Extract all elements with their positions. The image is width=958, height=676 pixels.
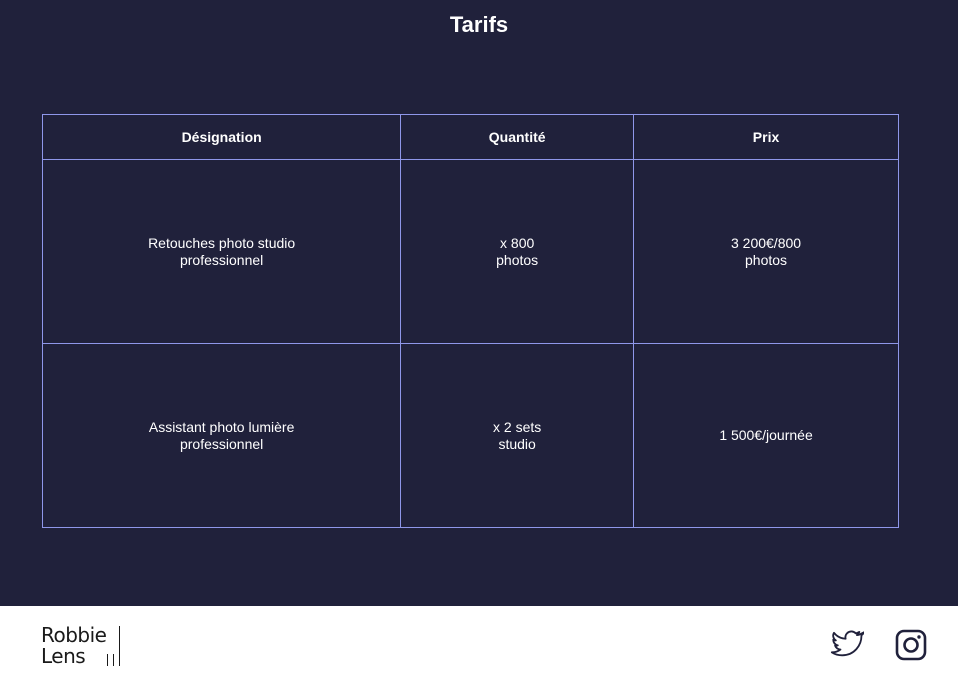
table-cell-quantite: x 800 photos	[400, 159, 635, 344]
column-header-quantite: Quantité	[400, 114, 635, 160]
logo-bar	[113, 654, 114, 666]
table-header-row: Désignation Quantité Prix	[41, 114, 899, 160]
column-header-prix: Prix	[633, 114, 899, 160]
logo-text-line2: Lens	[41, 644, 86, 668]
quantite-text: x 2 sets studio	[493, 418, 542, 452]
table-row: Retouches photo studio professionnel x 8…	[41, 159, 899, 344]
twitter-icon	[830, 630, 866, 657]
designation-text: Assistant photo lumière professionnel	[148, 418, 295, 452]
quantite-text: x 800 photos	[496, 234, 539, 268]
instagram-link[interactable]	[895, 629, 927, 661]
prix-text: 1 500€/journée	[719, 427, 813, 443]
table-cell-designation: Retouches photo studio professionnel	[41, 159, 402, 344]
table-cell-designation: Assistant photo lumière professionnel	[41, 343, 402, 528]
site-logo[interactable]: Robbie Lens	[41, 624, 131, 668]
column-header-designation: Désignation	[41, 114, 402, 160]
designation-text: Retouches photo studio professionnel	[148, 234, 296, 268]
prix-text: 3 200€/800 photos	[730, 234, 802, 268]
logo-bar	[107, 654, 108, 666]
logo-bar	[119, 626, 120, 666]
twitter-link[interactable]	[828, 626, 866, 660]
table-cell-prix: 3 200€/800 photos	[633, 159, 899, 344]
table-row: Assistant photo lumière professionnel x …	[41, 343, 899, 528]
main-section: Tarifs Désignation Quantité Prix Retouch…	[0, 0, 958, 606]
logo-text-line1: Robbie	[41, 623, 107, 647]
page-title: Tarifs	[449, 12, 509, 37]
table-cell-quantite: x 2 sets studio	[400, 343, 635, 528]
pricing-table: Désignation Quantité Prix Retouches phot…	[41, 114, 899, 528]
footer: Robbie Lens	[0, 606, 958, 676]
instagram-icon	[895, 629, 927, 661]
table-cell-prix: 1 500€/journée	[633, 343, 899, 528]
